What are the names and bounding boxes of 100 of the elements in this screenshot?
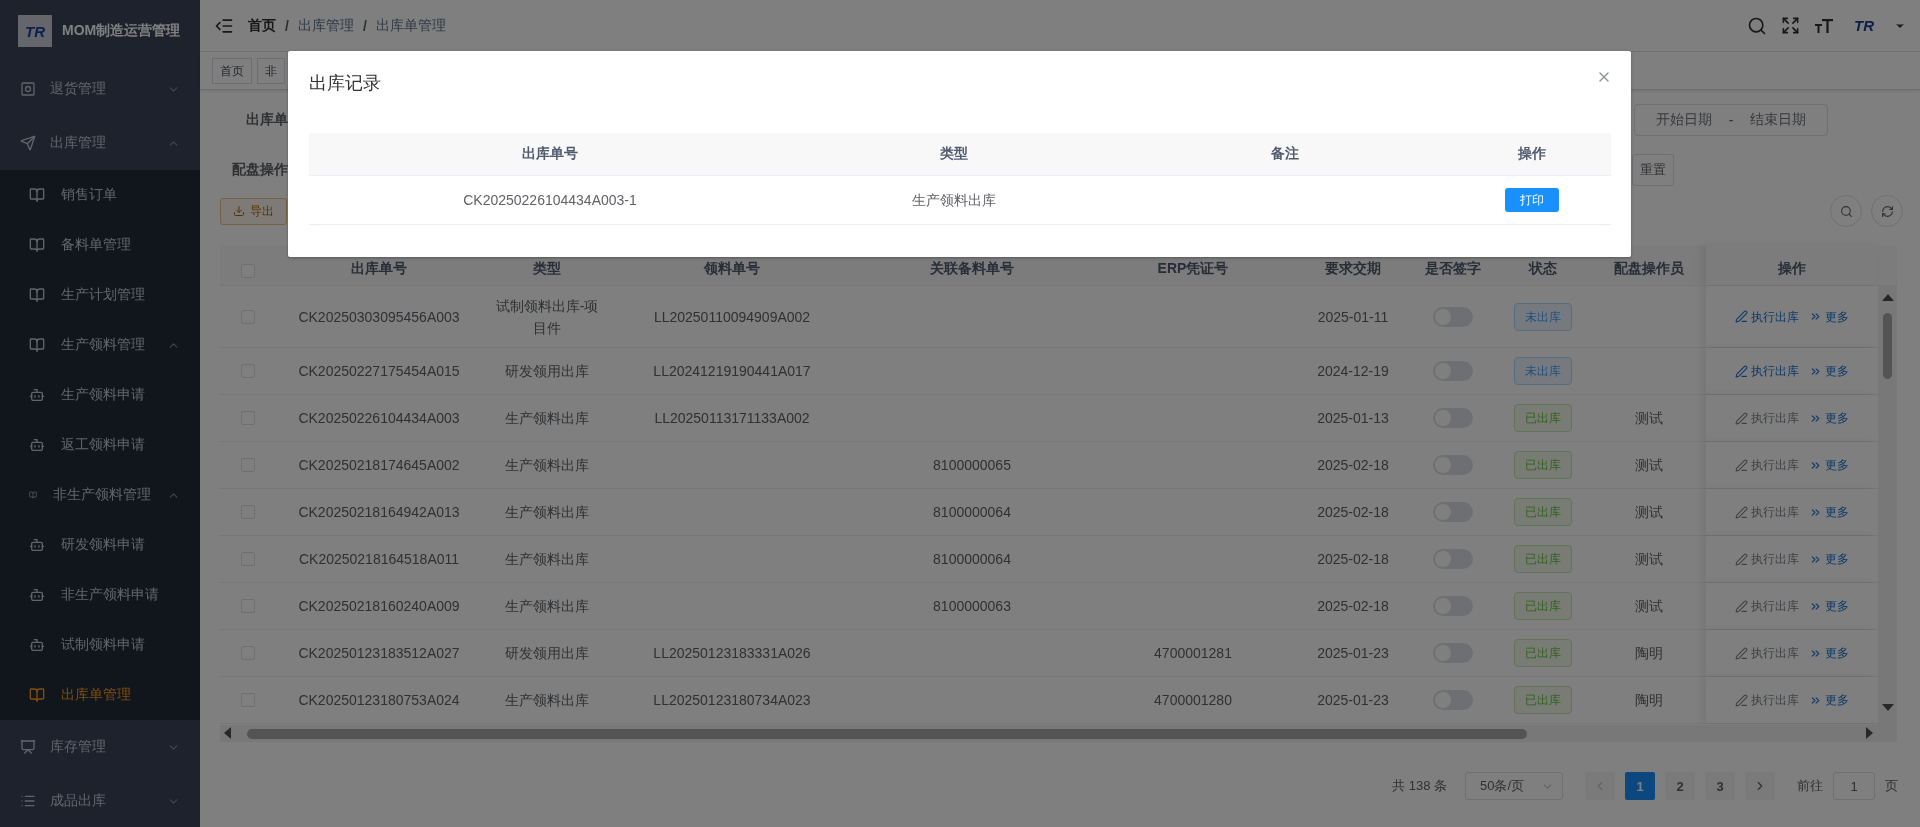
scroll-left-icon[interactable] xyxy=(224,727,231,739)
scroll-right-icon[interactable] xyxy=(1866,727,1873,739)
table-cell-text: 生产领料出库 xyxy=(505,456,589,475)
robot-icon xyxy=(29,537,45,553)
download-icon xyxy=(233,205,245,217)
book-icon xyxy=(29,337,45,353)
menu-item[interactable]: 销售订单 xyxy=(0,170,200,220)
pen-icon xyxy=(1735,552,1748,566)
tab-tag[interactable]: 首页 xyxy=(212,57,252,84)
table-cell-text: 测试 xyxy=(1634,597,1663,616)
search-button[interactable] xyxy=(1830,195,1862,227)
table-cell-text: 2025-01-13 xyxy=(1317,409,1389,428)
pen-icon xyxy=(1735,599,1748,613)
goto-page-input[interactable]: 1 xyxy=(1833,772,1875,800)
table-cell-text: 2024-12-19 xyxy=(1317,362,1389,381)
pen-icon xyxy=(1735,411,1748,425)
search-icon[interactable] xyxy=(1747,15,1767,36)
page-button[interactable]: 1 xyxy=(1625,772,1655,800)
table-cell-text: CK20250123183512A027 xyxy=(298,644,460,663)
status-tag: 未出库 xyxy=(1514,357,1572,385)
status-tag: 已出库 xyxy=(1514,639,1572,667)
pen-icon xyxy=(1735,364,1748,378)
more-link[interactable]: 更多 xyxy=(1809,501,1849,523)
menu-item[interactable]: 成品出库 xyxy=(0,774,200,827)
field-label: 出库单 xyxy=(245,111,288,129)
menu-item[interactable]: 非生产领料管理 xyxy=(0,470,200,520)
status-tag: 已出库 xyxy=(1514,404,1572,432)
list-icon xyxy=(20,793,36,809)
page-button[interactable]: 3 xyxy=(1705,772,1735,800)
table-cell-text: 生产领料出库 xyxy=(505,409,589,428)
menu-item[interactable]: 备料单管理 xyxy=(0,220,200,270)
table-cell-text: 测试 xyxy=(1634,550,1663,569)
table-cell-text: CK20250218160240A009 xyxy=(298,597,460,616)
reset-button[interactable]: 重置 xyxy=(1632,154,1674,186)
vertical-scrollbar[interactable] xyxy=(1878,286,1897,725)
fullscreen-icon[interactable] xyxy=(1781,16,1800,35)
export-button[interactable]: 导出 xyxy=(220,197,287,225)
more-link[interactable]: 更多 xyxy=(1809,407,1849,429)
more-link[interactable]: 更多 xyxy=(1809,689,1849,711)
more-link[interactable]: 更多 xyxy=(1809,595,1849,617)
menu-item[interactable]: 返工领料申请 xyxy=(0,420,200,470)
table-cell-text: CK20250226104434A003 xyxy=(298,409,460,428)
table-cell-text: 2025-02-18 xyxy=(1317,503,1389,522)
scrollbar-thumb[interactable] xyxy=(1883,313,1892,379)
goto-suffix: 页 xyxy=(1885,777,1898,795)
date-range-field[interactable]: 开始日期 - 结束日期 xyxy=(1634,104,1828,136)
menu-item[interactable]: 生产领料管理 xyxy=(0,320,200,370)
scroll-down-icon[interactable] xyxy=(1882,704,1894,711)
menu-item[interactable]: 出库单管理 xyxy=(0,670,200,720)
scroll-up-icon[interactable] xyxy=(1882,294,1894,301)
tab-tag[interactable]: 非 xyxy=(257,57,285,84)
column-header: 类型 xyxy=(940,145,968,163)
menu-item[interactable]: 非生产领料申请 xyxy=(0,570,200,620)
more-link[interactable]: 更多 xyxy=(1809,642,1849,664)
refresh-button[interactable] xyxy=(1871,195,1903,227)
logo: TR xyxy=(18,15,52,47)
horizontal-scrollbar[interactable] xyxy=(220,725,1897,742)
pen-icon xyxy=(1735,505,1748,519)
page-button[interactable]: 2 xyxy=(1665,772,1695,800)
table-cell-text: 2025-02-18 xyxy=(1317,597,1389,616)
column-header: 配盘操作员 xyxy=(1613,260,1684,278)
menu-item[interactable]: 研发领料申请 xyxy=(0,520,200,570)
table-cell-text: 生产领料出库 xyxy=(505,550,589,569)
table-cell-text: 生产领料出库 xyxy=(912,191,996,210)
menu-item[interactable]: 生产领料申请 xyxy=(0,370,200,420)
more-link[interactable]: 更多 xyxy=(1809,548,1849,570)
column-header: 状态 xyxy=(1529,260,1557,278)
field-label: 配盘操作 xyxy=(231,161,288,179)
page-size-select[interactable]: 50条/页 xyxy=(1465,772,1563,800)
avatar-logo[interactable]: TR xyxy=(1848,14,1880,37)
robot-icon xyxy=(29,587,45,603)
table-cell-text: 4700001280 xyxy=(1154,691,1232,710)
column-header: 是否签字 xyxy=(1425,260,1481,278)
next-page-button[interactable] xyxy=(1745,772,1775,800)
robot-icon xyxy=(29,637,45,653)
more-link[interactable]: 更多 xyxy=(1809,360,1849,382)
prev-page-button[interactable] xyxy=(1585,772,1615,800)
pen-icon xyxy=(1735,646,1748,660)
table-cell-text: 2025-02-18 xyxy=(1317,550,1389,569)
execute-link[interactable]: 执行出库 xyxy=(1735,305,1799,328)
menu-item[interactable]: 生产计划管理 xyxy=(0,270,200,320)
table-cell-text: 生产领料出库 xyxy=(505,597,589,616)
more-link[interactable]: 更多 xyxy=(1809,305,1849,328)
column-header: 出库单号 xyxy=(351,260,407,278)
menu-item[interactable]: 试制领料申请 xyxy=(0,620,200,670)
status-tag: 已出库 xyxy=(1514,545,1572,573)
breadcrumb-item[interactable]: 首页 xyxy=(248,16,276,35)
table-cell-text: CK20250218164518A011 xyxy=(298,550,460,569)
execute-link[interactable]: 执行出库 xyxy=(1735,360,1799,382)
goto-label: 前往 xyxy=(1797,777,1823,795)
pen-icon xyxy=(1735,458,1748,472)
book-icon xyxy=(29,237,45,253)
more-link[interactable]: 更多 xyxy=(1809,454,1849,476)
robot-icon xyxy=(29,387,45,403)
column-header: 操作 xyxy=(1778,260,1806,278)
column-header: 领料单号 xyxy=(704,260,760,278)
status-tag: 已出库 xyxy=(1514,498,1572,526)
table-cell-text: 研发领用出库 xyxy=(505,644,589,663)
print-button[interactable]: 打印 xyxy=(1505,188,1559,212)
scrollbar-thumb[interactable] xyxy=(247,729,1527,739)
